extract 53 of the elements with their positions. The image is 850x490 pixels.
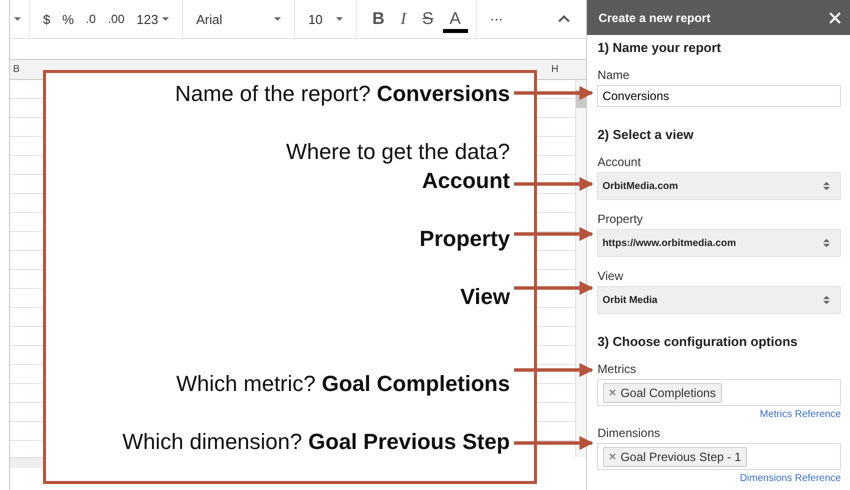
decrease-decimals-button[interactable]: .0	[80, 8, 101, 30]
increase-decimals-button[interactable]: .00	[102, 8, 130, 30]
reference-link[interactable]: Metrics Reference	[760, 409, 841, 420]
callout-text: Property	[418, 225, 510, 253]
percent-button[interactable]: %	[57, 8, 79, 30]
field-label: View	[597, 269, 624, 283]
field-label: Name	[597, 68, 630, 82]
name-input[interactable]: Conversions	[597, 85, 841, 107]
callout-text: Which metric? Goal Completions	[175, 370, 510, 398]
chip-field[interactable]: Goal Previous Step - 1	[597, 443, 841, 470]
section-heading: 1) Name your report	[597, 40, 722, 55]
up-down-arrows-icon	[823, 238, 830, 248]
bold-button[interactable]: B	[365, 5, 392, 33]
column-header[interactable]: H	[551, 60, 586, 79]
panel-title: Create a new report	[598, 10, 710, 24]
more-button[interactable]: ⋯	[484, 8, 508, 30]
select-dropdown[interactable]: OrbitMedia.com	[597, 172, 841, 200]
font-dropdown[interactable]: Arial	[191, 8, 286, 30]
text-color-button[interactable]: A	[442, 5, 468, 33]
font-size-dropdown[interactable]: 10	[303, 8, 348, 30]
column-header[interactable]: B	[10, 60, 20, 79]
callout-text: Which dimension? Goal Previous Step	[121, 428, 510, 456]
caret-icon	[274, 17, 282, 21]
horizontal-scrollbar[interactable]	[10, 457, 43, 468]
select-dropdown[interactable]: Orbit Media	[597, 286, 841, 314]
field-label: Dimensions	[597, 426, 662, 440]
reference-link[interactable]: Dimensions Reference	[740, 473, 841, 484]
caret-icon[interactable]	[14, 17, 21, 21]
select-dropdown[interactable]: https://www.orbitmedia.com	[597, 229, 841, 257]
up-down-arrows-icon	[823, 181, 830, 191]
section-heading: 3) Choose configuration options	[597, 334, 798, 349]
section-heading: 2) Select a view	[597, 127, 695, 142]
remove-icon[interactable]	[609, 453, 616, 460]
field-label: Property	[597, 212, 644, 226]
callout-text: View	[459, 283, 510, 311]
callout-text: Where to get the data?	[285, 138, 510, 166]
collapse-icon[interactable]	[558, 15, 570, 23]
up-down-arrows-icon	[823, 295, 830, 305]
remove-icon[interactable]	[609, 389, 616, 396]
italic-button[interactable]: I	[393, 5, 414, 33]
chip[interactable]: Goal Completions	[603, 382, 722, 402]
caret-icon	[162, 17, 170, 21]
chip[interactable]: Goal Previous Step - 1	[603, 446, 748, 466]
chip-field[interactable]: Goal Completions	[597, 379, 841, 406]
callout-text: Account	[421, 167, 510, 195]
strikethrough-button[interactable]: S	[415, 5, 440, 33]
field-label: Metrics	[597, 362, 638, 376]
number-format-button[interactable]: 123	[132, 8, 174, 30]
field-label: Account	[597, 155, 642, 169]
callout-text: Name of the report? Conversions	[174, 80, 510, 108]
caret-icon	[336, 17, 344, 21]
currency-button[interactable]: $	[38, 8, 56, 30]
close-icon[interactable]	[829, 12, 841, 24]
